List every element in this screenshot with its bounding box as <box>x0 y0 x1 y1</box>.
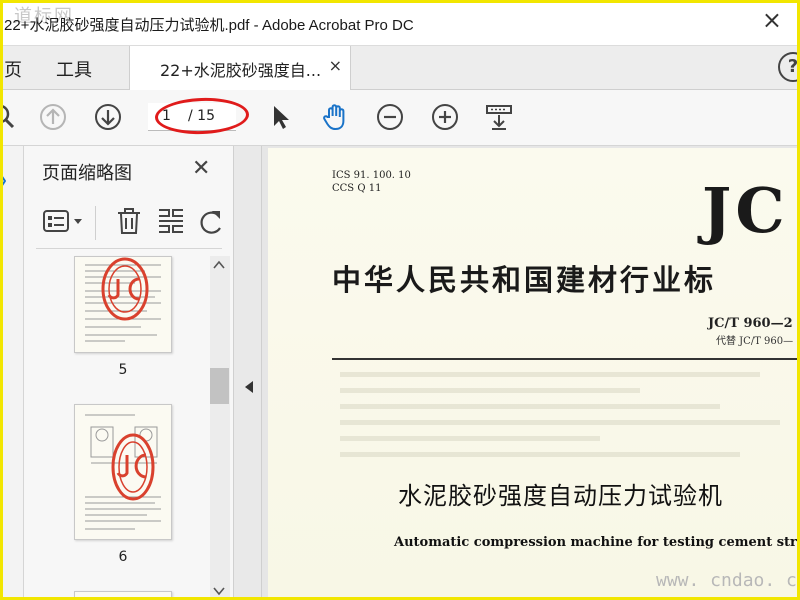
thumbnail-panel-title: 页面缩略图 <box>42 163 132 184</box>
tab-document-label: 22+水泥胶砂强度自... <box>160 61 322 80</box>
header-rule <box>332 358 800 360</box>
fit-width-icon[interactable] <box>484 102 514 132</box>
bleed-through-text <box>340 420 780 425</box>
tab-tools[interactable]: 工具 <box>56 56 92 82</box>
standard-number: JC/T 960—2 <box>708 316 793 331</box>
previous-page-icon[interactable] <box>38 102 68 132</box>
bleed-through-text <box>340 436 600 441</box>
watermark-url: www. cndao. com <box>656 570 800 591</box>
thumbnail-page-6[interactable] <box>74 404 172 540</box>
scrollbar-thumb[interactable] <box>210 368 229 404</box>
delete-page-icon[interactable] <box>114 206 144 236</box>
tab-document[interactable]: 22+水泥胶砂强度自... × <box>129 46 351 91</box>
toolbar-divider <box>95 206 96 240</box>
left-nav-strip <box>0 146 24 600</box>
window-close-button[interactable]: × <box>762 8 782 32</box>
thumbnail-label-5: 5 <box>118 362 128 378</box>
next-page-icon[interactable] <box>93 102 123 132</box>
help-button[interactable]: ? <box>778 52 800 82</box>
bleed-through-text <box>340 388 640 393</box>
tab-home[interactable]: 页 <box>4 56 22 82</box>
standard-organization: 中华人民共和国建材行业标 <box>332 263 717 297</box>
main-toolbar <box>0 90 800 146</box>
scroll-up-icon[interactable] <box>213 260 225 270</box>
window-title: 22+水泥胶砂强度自动压力试验机.pdf - Adobe Acrobat Pro… <box>4 17 414 34</box>
nav-expand-icon[interactable] <box>0 172 6 190</box>
title-bar: 道标网 22+水泥胶砂强度自动压力试验机.pdf - Adobe Acrobat… <box>0 0 800 46</box>
ics-code: ICS 91. 100. 10 <box>332 170 411 181</box>
zoom-in-icon[interactable] <box>430 102 460 132</box>
tab-bar: 页 工具 22+水泥胶砂强度自... × <box>0 46 800 91</box>
extract-page-icon[interactable] <box>156 206 186 236</box>
jc-stamp-icon <box>111 433 155 501</box>
bleed-through-text <box>340 404 720 409</box>
search-icon[interactable] <box>0 102 18 132</box>
scroll-down-icon[interactable] <box>213 586 225 596</box>
thumbnail-panel-close-button[interactable]: ✕ <box>192 156 210 181</box>
thumbnail-options-icon[interactable] <box>42 208 86 236</box>
standard-mark: JC <box>702 174 789 247</box>
thumbnail-scrollbar[interactable] <box>210 256 230 600</box>
select-cursor-icon[interactable] <box>266 102 296 132</box>
collapse-panel-icon[interactable] <box>244 380 254 394</box>
bleed-through-text <box>340 452 740 457</box>
bleed-through-text <box>340 372 760 377</box>
rotate-page-icon[interactable] <box>198 206 224 236</box>
ccs-code: CCS Q 11 <box>332 183 382 194</box>
zoom-out-icon[interactable] <box>375 102 405 132</box>
replaces-note: 代替 JC/T 960— <box>716 336 794 347</box>
panel-divider <box>36 248 222 249</box>
jc-stamp-icon <box>101 257 149 321</box>
document-title-chinese: 水泥胶砂强度自动压力试验机 <box>398 482 723 510</box>
thumbnail-page-5[interactable] <box>74 256 172 353</box>
document-title-english: Automatic compression machine for testin… <box>394 535 800 550</box>
thumbnail-label-6: 6 <box>118 549 128 565</box>
tab-close-button[interactable]: × <box>329 56 342 75</box>
hand-tool-icon[interactable] <box>320 102 350 132</box>
thumbnail-page-7[interactable] <box>74 591 172 600</box>
panel-splitter[interactable] <box>234 146 262 600</box>
